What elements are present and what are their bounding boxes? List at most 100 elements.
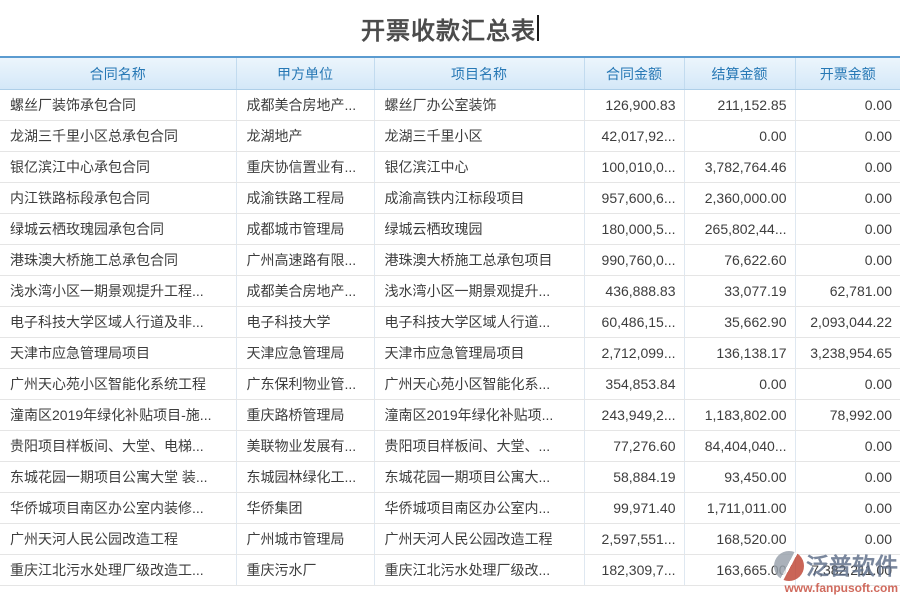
table-cell: 华侨城项目南区办公室内... <box>374 493 584 524</box>
column-header-4: 合同金额 <box>584 57 684 90</box>
table-cell: 180,000,5... <box>584 214 684 245</box>
table-cell: 0.00 <box>795 431 900 462</box>
table-row: 华侨城项目南区办公室内装修...华侨集团华侨城项目南区办公室内...99,971… <box>0 493 900 524</box>
table-row: 电子科技大学区域人行道及非...电子科技大学电子科技大学区域人行道...60,4… <box>0 307 900 338</box>
table-cell: 2,712,099... <box>584 338 684 369</box>
table-row: 银亿滨江中心承包合同重庆协信置业有...银亿滨江中心100,010,0...3,… <box>0 152 900 183</box>
table-cell: 0.00 <box>795 183 900 214</box>
column-header-2: 甲方单位 <box>236 57 374 90</box>
table-cell: 163,665.00 <box>684 555 795 586</box>
table-row: 港珠澳大桥施工总承包合同广州高速路有限...港珠澳大桥施工总承包项目990,76… <box>0 245 900 276</box>
table-cell: 2,597,551... <box>584 524 684 555</box>
table-cell: 168,520.00 <box>684 524 795 555</box>
table-row: 天津市应急管理局项目天津应急管理局天津市应急管理局项目2,712,099...1… <box>0 338 900 369</box>
column-header-6: 开票金额 <box>795 57 900 90</box>
report-page: 开票收款汇总表 合同名称甲方单位项目名称合同金额结算金额开票金额 螺丝厂装饰承包… <box>0 0 900 600</box>
table-cell: 潼南区2019年绿化补贴项目-施... <box>0 400 236 431</box>
table-row: 东城花园一期项目公寓大堂 装...东城园林绿化工...东城花园一期项目公寓大..… <box>0 462 900 493</box>
table-cell: 957,600,6... <box>584 183 684 214</box>
table-cell: 绿城云栖玫瑰园承包合同 <box>0 214 236 245</box>
table-cell: 龙湖三千里小区总承包合同 <box>0 121 236 152</box>
table-body: 螺丝厂装饰承包合同成都美合房地产...螺丝厂办公室装饰126,900.83211… <box>0 90 900 586</box>
table-cell: 3,238,954.65 <box>795 338 900 369</box>
table-cell: 0.00 <box>684 121 795 152</box>
table-cell: 电子科技大学 <box>236 307 374 338</box>
invoice-summary-table: 合同名称甲方单位项目名称合同金额结算金额开票金额 螺丝厂装饰承包合同成都美合房地… <box>0 56 900 586</box>
table-cell: 354,853.84 <box>584 369 684 400</box>
table-cell: 0.00 <box>795 121 900 152</box>
table-cell: 重庆江北污水处理厂级改... <box>374 555 584 586</box>
column-header-5: 结算金额 <box>684 57 795 90</box>
table-cell: 0.00 <box>795 493 900 524</box>
title-bar: 开票收款汇总表 <box>0 0 900 56</box>
table-cell: 美联物业发展有... <box>236 431 374 462</box>
table-cell: 绿城云栖玫瑰园 <box>374 214 584 245</box>
table-cell: 成渝铁路工程局 <box>236 183 374 214</box>
table-row: 龙湖三千里小区总承包合同龙湖地产龙湖三千里小区42,017,92...0.000… <box>0 121 900 152</box>
table-cell: 0.00 <box>795 214 900 245</box>
table-cell: 62,781.00 <box>795 276 900 307</box>
table-cell: 华侨城项目南区办公室内装修... <box>0 493 236 524</box>
table-cell: 东城园林绿化工... <box>236 462 374 493</box>
table-cell: 广州高速路有限... <box>236 245 374 276</box>
table-cell: 0.00 <box>795 245 900 276</box>
table-cell: 126,900.83 <box>584 90 684 121</box>
column-header-3: 项目名称 <box>374 57 584 90</box>
table-cell: 广州天河人民公园改造工程 <box>0 524 236 555</box>
table-header-row: 合同名称甲方单位项目名称合同金额结算金额开票金额 <box>0 57 900 90</box>
table-cell: 广州城市管理局 <box>236 524 374 555</box>
table-cell: 0.00 <box>795 524 900 555</box>
table-cell: 35,662.90 <box>684 307 795 338</box>
table-cell: 1,183,802.00 <box>684 400 795 431</box>
table-cell: 76,622.60 <box>684 245 795 276</box>
table-cell: 成渝高铁内江标段项目 <box>374 183 584 214</box>
table-cell: 东城花园一期项目公寓大... <box>374 462 584 493</box>
table-row: 广州天河人民公园改造工程广州城市管理局广州天河人民公园改造工程2,597,551… <box>0 524 900 555</box>
table-cell: 重庆江北污水处理厂级改造工... <box>0 555 236 586</box>
table-cell: 7,382,211.00 <box>795 555 900 586</box>
table-cell: 3,782,764.46 <box>684 152 795 183</box>
table-row: 潼南区2019年绿化补贴项目-施...重庆路桥管理局潼南区2019年绿化补贴项.… <box>0 400 900 431</box>
table-row: 浅水湾小区一期景观提升工程...成都美合房地产...浅水湾小区一期景观提升...… <box>0 276 900 307</box>
table-cell: 龙湖地产 <box>236 121 374 152</box>
table-cell: 265,802,44... <box>684 214 795 245</box>
table-cell: 0.00 <box>795 152 900 183</box>
table-cell: 内江铁路标段承包合同 <box>0 183 236 214</box>
table-cell: 重庆路桥管理局 <box>236 400 374 431</box>
table-cell: 电子科技大学区域人行道及非... <box>0 307 236 338</box>
table-cell: 990,760,0... <box>584 245 684 276</box>
table-cell: 天津市应急管理局项目 <box>374 338 584 369</box>
table-cell: 243,949,2... <box>584 400 684 431</box>
table-cell: 0.00 <box>795 462 900 493</box>
table-cell: 77,276.60 <box>584 431 684 462</box>
table-cell: 广州天心苑小区智能化系统工程 <box>0 369 236 400</box>
table-cell: 港珠澳大桥施工总承包合同 <box>0 245 236 276</box>
table-row: 广州天心苑小区智能化系统工程广东保利物业管...广州天心苑小区智能化系...35… <box>0 369 900 400</box>
page-title[interactable]: 开票收款汇总表 <box>361 11 536 46</box>
table-cell: 贵阳项目样板间、大堂、... <box>374 431 584 462</box>
table-cell: 60,486,15... <box>584 307 684 338</box>
table-cell: 浅水湾小区一期景观提升... <box>374 276 584 307</box>
table-cell: 港珠澳大桥施工总承包项目 <box>374 245 584 276</box>
table-cell: 78,992.00 <box>795 400 900 431</box>
table-cell: 2,360,000.00 <box>684 183 795 214</box>
table-row: 内江铁路标段承包合同成渝铁路工程局成渝高铁内江标段项目957,600,6...2… <box>0 183 900 214</box>
table-cell: 广东保利物业管... <box>236 369 374 400</box>
table-cell: 重庆污水厂 <box>236 555 374 586</box>
table-cell: 成都城市管理局 <box>236 214 374 245</box>
table-cell: 广州天心苑小区智能化系... <box>374 369 584 400</box>
table-cell: 天津市应急管理局项目 <box>0 338 236 369</box>
table-cell: 重庆协信置业有... <box>236 152 374 183</box>
table-cell: 华侨集团 <box>236 493 374 524</box>
table-cell: 182,309,7... <box>584 555 684 586</box>
table-cell: 93,450.00 <box>684 462 795 493</box>
table-cell: 100,010,0... <box>584 152 684 183</box>
table-cell: 天津应急管理局 <box>236 338 374 369</box>
table-cell: 成都美合房地产... <box>236 276 374 307</box>
table-cell: 2,093,044.22 <box>795 307 900 338</box>
table-cell: 贵阳项目样板间、大堂、电梯... <box>0 431 236 462</box>
table-cell: 螺丝厂装饰承包合同 <box>0 90 236 121</box>
table-cell: 0.00 <box>795 90 900 121</box>
table-cell: 0.00 <box>684 369 795 400</box>
table-cell: 136,138.17 <box>684 338 795 369</box>
